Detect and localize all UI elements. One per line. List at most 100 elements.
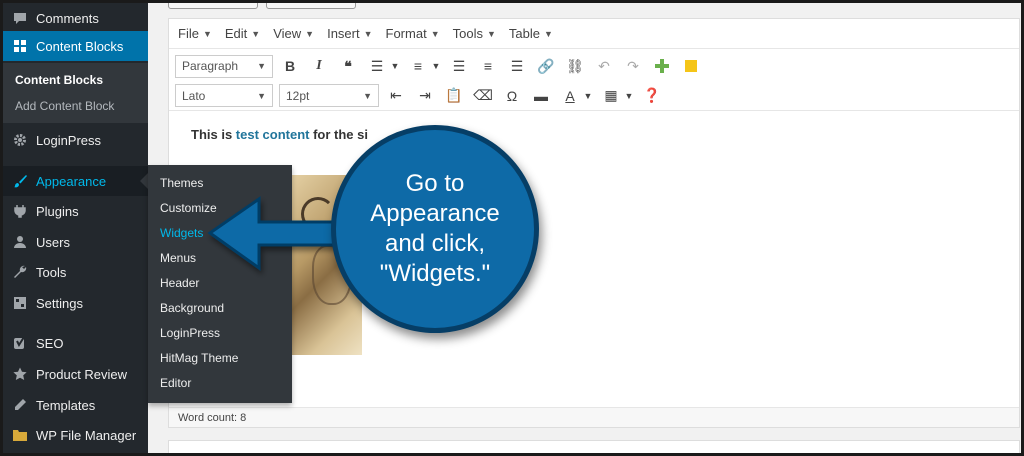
sidebar-item-label: Settings — [36, 295, 83, 311]
content-text-after: for the si — [309, 127, 368, 142]
menu-edit[interactable]: Edit ▼ — [225, 26, 260, 41]
menu-insert[interactable]: Insert ▼ — [327, 26, 372, 41]
text-color-icon[interactable]: A — [558, 84, 582, 108]
outdent-icon[interactable]: ⇤ — [384, 84, 408, 108]
indent-icon[interactable]: ⇥ — [413, 84, 437, 108]
caret-down-icon: ▼ — [486, 28, 496, 39]
caret-down-icon: ▼ — [430, 28, 440, 39]
align-center-button[interactable]: ≡ — [476, 54, 500, 78]
star-icon — [12, 366, 28, 382]
tinymce-editor: File ▼ Edit ▼ View ▼ Insert ▼ Format ▼ Tools ▼… — [168, 18, 1020, 428]
flyout-item-customize[interactable]: Customize — [160, 201, 217, 215]
sidebar-item-label: Comments — [36, 10, 99, 26]
add-block-icon[interactable] — [650, 54, 674, 78]
settings-icon — [12, 295, 28, 311]
format-select[interactable]: Paragraph ▼ — [175, 54, 273, 78]
flyout-item-background[interactable]: Background — [160, 301, 224, 315]
submenu-content-blocks-link[interactable]: Content Blocks — [15, 73, 103, 87]
image-detail — [301, 197, 335, 231]
wrench-icon — [12, 264, 28, 280]
font-size-select[interactable]: 12pt ▼ — [279, 84, 379, 107]
sidebar-item-wp-file-manager[interactable]: WP File Manager — [3, 420, 148, 450]
caret-down-icon: ▼ — [257, 90, 266, 101]
sidebar-item-appearance[interactable]: Appearance — [3, 166, 148, 196]
help-icon[interactable]: ❓ — [640, 84, 664, 108]
sidebar-item-label: Appearance — [36, 173, 107, 189]
paste-text-icon[interactable]: 📋 — [442, 84, 466, 108]
content-link[interactable]: test content — [236, 127, 310, 142]
sidebar-item-label: Templates — [36, 397, 96, 413]
menu-format[interactable]: Format ▼ — [386, 26, 440, 41]
yoast-icon — [12, 335, 28, 351]
sidebar-item-settings[interactable]: Settings — [3, 288, 148, 318]
user-icon — [12, 234, 28, 250]
sidebar-item-label: Users — [36, 234, 70, 250]
note-icon[interactable] — [679, 54, 703, 78]
sidebar-item-product-review[interactable]: Product Review — [3, 359, 148, 389]
caret-down-icon[interactable]: ▼ — [430, 54, 442, 78]
sidebar-item-label: WP File Manager — [36, 427, 137, 443]
flyout-item-widgets[interactable]: Widgets — [160, 226, 203, 240]
submenu-add-content-block-link[interactable]: Add Content Block — [15, 99, 114, 113]
redo-icon[interactable]: ↷ — [621, 54, 645, 78]
bullet-list-button[interactable]: ☰ — [365, 54, 389, 78]
undo-icon[interactable]: ↶ — [592, 54, 616, 78]
sidebar-item-plugins[interactable]: Plugins — [3, 196, 148, 226]
flyout-item-hitmag-theme[interactable]: HitMag Theme — [160, 351, 238, 365]
flyout-item-loginpress[interactable]: LoginPress — [160, 326, 220, 340]
admin-sidebar: Comments Content Blocks Content Blocks A… — [3, 3, 150, 453]
omega-icon[interactable]: Ω — [500, 84, 524, 108]
align-right-button[interactable]: ☰ — [505, 54, 529, 78]
numbered-list-button[interactable]: ≡ — [406, 54, 430, 78]
eraser-icon[interactable]: ⌫ — [471, 84, 495, 108]
caret-down-icon: ▼ — [363, 90, 372, 101]
flyout-item-header[interactable]: Header — [160, 276, 199, 290]
caret-down-icon[interactable]: ▼ — [389, 54, 401, 78]
add-media-button[interactable] — [168, 3, 258, 9]
align-left-button[interactable]: ☰ — [447, 54, 471, 78]
menu-table[interactable]: Table ▼ — [509, 26, 553, 41]
table-icon[interactable]: ▦ — [599, 84, 623, 108]
caret-down-icon: ▼ — [251, 28, 261, 39]
font-family-select[interactable]: Lato ▼ — [175, 84, 273, 107]
metabox-below — [168, 440, 1020, 453]
unlink-icon[interactable]: ⛓ — [563, 54, 587, 78]
screenshot-frame: Comments Content Blocks Content Blocks A… — [0, 0, 1024, 456]
folder-icon — [12, 427, 28, 443]
horizontal-rule-icon[interactable]: ▬ — [529, 84, 553, 108]
caret-down-icon[interactable]: ▼ — [582, 84, 594, 108]
sidebar-item-templates[interactable]: Templates — [3, 390, 148, 420]
caret-down-icon: ▼ — [257, 61, 266, 71]
flyout-item-themes[interactable]: Themes — [160, 176, 203, 190]
blockquote-button[interactable]: ❝ — [336, 54, 360, 78]
flyout-item-editor[interactable]: Editor — [160, 376, 191, 390]
callout-text: Go to Appearance and click, "Widgets." — [370, 170, 500, 287]
menu-view[interactable]: View ▼ — [273, 26, 314, 41]
sidebar-item-comments[interactable]: Comments — [3, 3, 148, 33]
caret-down-icon: ▼ — [363, 28, 373, 39]
font-family-value: Lato — [182, 88, 206, 103]
sidebar-item-users[interactable]: Users — [3, 227, 148, 257]
menu-file[interactable]: File ▼ — [178, 26, 212, 41]
menu-tools[interactable]: Tools ▼ — [453, 26, 496, 41]
pencil-icon — [12, 397, 28, 413]
menu-label: Table — [508, 26, 540, 41]
bold-button[interactable]: B — [278, 54, 302, 78]
plug-icon — [12, 203, 28, 219]
menu-label: View — [273, 26, 302, 41]
sidebar-item-tools[interactable]: Tools — [3, 257, 148, 287]
sidebar-item-loginpress[interactable]: LoginPress — [3, 125, 148, 155]
editor-body[interactable]: This is test content for the si — [169, 115, 1019, 405]
sidebar-item-label: LoginPress — [36, 132, 102, 148]
flyout-item-menus[interactable]: Menus — [160, 251, 196, 265]
flyout-pointer — [140, 173, 148, 189]
italic-button[interactable]: I — [307, 54, 331, 78]
caret-down-icon[interactable]: ▼ — [623, 84, 635, 108]
sidebar-item-seo[interactable]: SEO — [3, 328, 148, 358]
format-select-value: Paragraph — [182, 59, 239, 73]
sidebar-item-label: Content Blocks — [36, 38, 124, 54]
link-icon[interactable]: 🔗 — [534, 54, 558, 78]
content-text-before: This is — [191, 127, 236, 142]
sidebar-item-content-blocks[interactable]: Content Blocks — [3, 31, 148, 61]
insert-template-button[interactable] — [266, 3, 356, 9]
